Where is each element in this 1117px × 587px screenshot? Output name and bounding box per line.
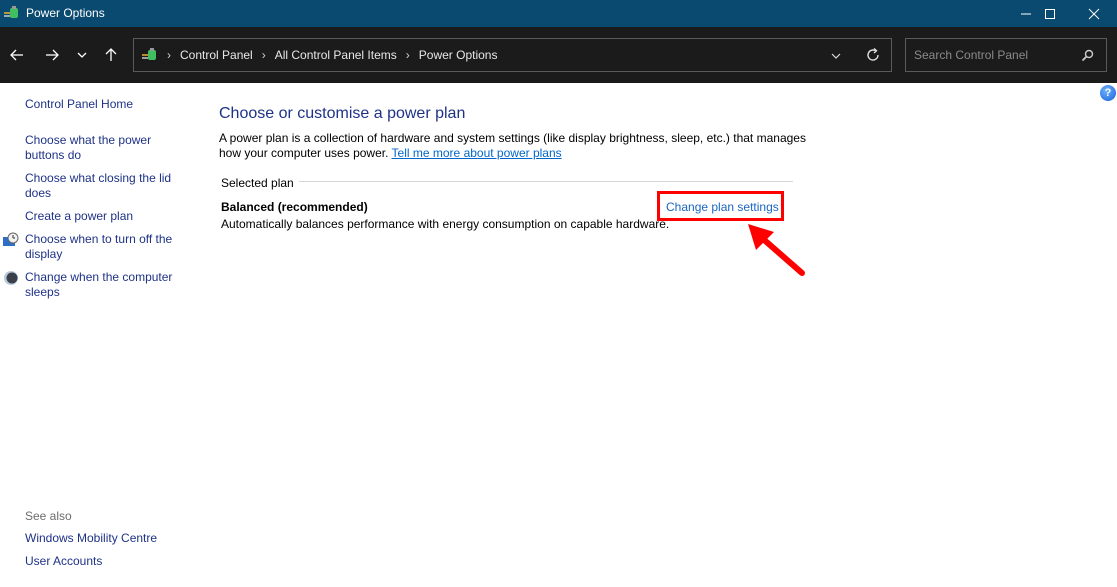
power-options-icon [142,48,156,60]
search-input[interactable] [914,47,1074,63]
sidebar-turn-off-display[interactable]: Choose when to turn off the display [25,232,185,262]
see-also-mobility-centre[interactable]: Windows Mobility Centre [25,531,185,546]
chevron-right-icon[interactable]: › [262,48,266,62]
group-divider [299,181,793,182]
recent-locations-button[interactable] [71,44,93,66]
arrow-left-icon [10,49,23,61]
breadcrumb-item[interactable]: All Control Panel Items [275,48,397,62]
close-icon [1088,8,1100,19]
breadcrumb-item[interactable]: Control Panel [180,48,253,62]
power-options-icon [4,6,18,18]
chevron-down-icon [77,52,87,58]
up-button[interactable] [100,44,122,66]
arrow-up-icon [105,48,117,61]
chevron-right-icon[interactable]: › [406,48,410,62]
plan-name: Balanced (recommended) [221,200,368,214]
refresh-icon[interactable] [865,47,881,63]
maximize-button[interactable] [1027,0,1073,27]
forward-button[interactable] [41,44,63,66]
see-also-label: See also [25,509,72,523]
moon-icon [4,271,18,285]
search-box[interactable] [905,38,1107,72]
page-description: A power plan is a collection of hardware… [219,131,809,161]
search-icon[interactable] [1081,49,1094,62]
page-title: Choose or customise a power plan [219,105,466,122]
sidebar-create-power-plan[interactable]: Create a power plan [25,209,185,224]
sidebar-power-buttons[interactable]: Choose what the power buttons do [25,133,185,163]
maximize-icon [1045,8,1055,19]
title-bar: Power Options [0,0,1117,27]
selected-plan-label: Selected plan [221,176,294,190]
sidebar-closing-lid[interactable]: Choose what closing the lid does [25,171,185,201]
help-button[interactable]: ? [1100,85,1116,101]
breadcrumb-item[interactable]: Power Options [419,48,498,62]
window-title: Power Options [26,6,105,20]
back-button[interactable] [6,44,28,66]
sidebar: Control Panel Home Choose what the power… [0,83,200,587]
learn-more-link[interactable]: Tell me more about power plans [392,146,562,160]
breadcrumb: › Control Panel › All Control Panel Item… [142,47,497,63]
close-button[interactable] [1071,0,1117,27]
sidebar-control-panel-home[interactable]: Control Panel Home [25,97,185,112]
change-plan-settings-link[interactable]: Change plan settings [666,200,779,214]
address-bar[interactable]: › Control Panel › All Control Panel Item… [133,38,892,72]
chevron-right-icon: › [167,48,171,62]
help-icon: ? [1104,87,1112,99]
plan-description: Automatically balances performance with … [221,217,670,231]
arrow-right-icon [46,49,59,61]
see-also-user-accounts[interactable]: User Accounts [25,554,185,569]
address-dropdown-icon[interactable] [831,51,841,61]
annotation-arrow-icon [748,224,805,276]
sidebar-computer-sleeps[interactable]: Change when the computer sleeps [25,270,185,300]
display-clock-icon [3,232,19,246]
